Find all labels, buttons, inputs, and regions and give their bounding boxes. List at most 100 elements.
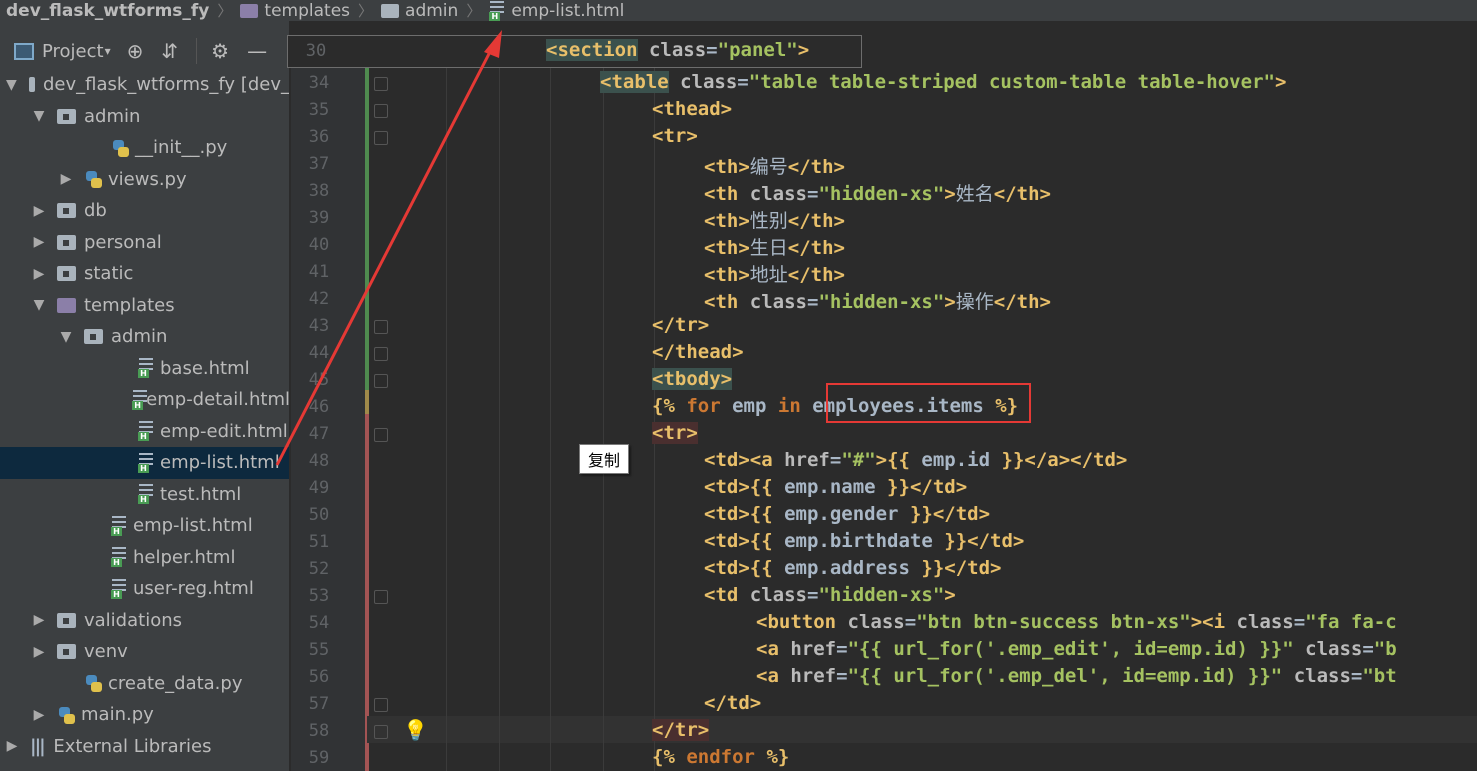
tree-item[interactable]: ▶ ||| External Libraries <box>0 731 289 763</box>
python-file-icon <box>57 705 75 725</box>
tree-item[interactable]: ▶ validations <box>0 605 289 637</box>
chevron-down-icon[interactable]: ▾ <box>105 44 111 58</box>
tree-item[interactable]: Hemp-list.html <box>0 510 289 542</box>
tree-item[interactable]: ▶ venv <box>0 636 289 668</box>
breadcrumb-file[interactable]: H emp-list.html <box>489 0 624 21</box>
fold-marker-icon[interactable] <box>374 104 388 118</box>
collapse-arrow-icon[interactable]: ▶ <box>33 203 45 219</box>
line-number: 54 <box>308 613 330 633</box>
tree-item[interactable]: __init__.py <box>0 132 289 164</box>
collapse-arrow-icon[interactable]: ▶ <box>33 612 45 628</box>
lightbulb-icon[interactable]: 💡 <box>403 718 428 742</box>
expand-arrow-icon[interactable]: ▼ <box>60 329 72 345</box>
tree-item[interactable]: Hbase.html <box>0 353 289 385</box>
code-line: <a href="{{ url_for('.emp_del', id=emp.i… <box>756 665 1397 687</box>
fold-marker-icon[interactable] <box>374 590 388 604</box>
code-line: <th>地址</th> <box>704 264 845 286</box>
line-number: 41 <box>308 262 330 282</box>
code-line: <th class="hidden-xs">姓名</th> <box>704 183 1051 205</box>
code-line: <th>生日</th> <box>704 237 845 259</box>
code-line: <td>{{ emp.name }}</td> <box>704 476 968 498</box>
line-number: 42 <box>308 289 330 309</box>
tree-item[interactable]: ▶ db <box>0 195 289 227</box>
folder-icon <box>240 3 259 18</box>
expand-arrow-icon[interactable]: ▼ <box>33 108 45 124</box>
breadcrumb-file-label: emp-list.html <box>511 0 625 21</box>
chevron-right-icon: 〉 <box>217 2 233 20</box>
expand-arrow-icon[interactable]: ▼ <box>33 297 45 313</box>
line-number: 56 <box>308 667 330 687</box>
tree-item[interactable]: ▶ views.py <box>0 164 289 196</box>
folder-icon <box>84 329 103 345</box>
line-number: 43 <box>308 316 330 336</box>
code-line: <button class="btn btn-success btn-xs"><… <box>756 611 1397 633</box>
collapse-all-icon[interactable]: ⇵ <box>161 39 178 63</box>
breadcrumb-templates[interactable]: templates <box>240 0 350 21</box>
line-number: 30 <box>305 41 327 61</box>
tree-item[interactable]: Hemp-detail.html <box>0 384 289 416</box>
vcs-changed-marker <box>365 390 369 414</box>
tree-item-label: personal <box>84 231 162 253</box>
line-number: 34 <box>308 73 330 93</box>
tree-item[interactable]: Hemp-edit.html <box>0 416 289 448</box>
collapse-arrow-icon[interactable]: ▶ <box>60 171 72 187</box>
tree-item-label: emp-list.html <box>160 452 280 474</box>
project-view-selector[interactable]: Project <box>42 41 104 62</box>
tree-item[interactable]: ▶ main.py <box>0 699 289 731</box>
tree-item[interactable]: Hhelper.html <box>0 542 289 574</box>
expand-arrow-icon[interactable]: ▼ <box>6 77 17 93</box>
breadcrumb-admin[interactable]: admin <box>381 0 458 21</box>
minimize-icon[interactable]: — <box>247 39 267 63</box>
tree-item-label: validations <box>84 609 182 631</box>
gear-icon[interactable]: ⚙ <box>211 39 229 63</box>
breadcrumb-project[interactable]: dev_flask_wtforms_fy <box>6 0 209 21</box>
sticky-scope-header[interactable]: 30 <section class="panel"> <box>287 35 862 68</box>
tree-item[interactable]: create_data.py <box>0 668 289 700</box>
line-number: 45 <box>308 370 330 390</box>
folder-icon <box>28 77 42 93</box>
code-line: </tr> <box>652 314 710 336</box>
tree-item[interactable]: ▼ templates <box>0 290 289 322</box>
locate-icon[interactable]: ⊕ <box>127 39 144 63</box>
code-line: {% endfor %} <box>652 746 790 768</box>
collapse-arrow-icon[interactable]: ▶ <box>33 644 45 660</box>
code-line: </td> <box>704 692 762 714</box>
line-number: 40 <box>308 235 330 255</box>
line-number: 46 <box>308 397 330 417</box>
tree-item[interactable]: ▶ static <box>0 258 289 290</box>
tree-item[interactable]: Hemp-list.html <box>0 447 289 479</box>
collapse-arrow-icon[interactable]: ▶ <box>6 738 18 754</box>
html-file-icon: H <box>138 358 154 379</box>
line-number: 59 <box>308 748 330 768</box>
collapse-arrow-icon[interactable]: ▶ <box>33 234 45 250</box>
tree-item[interactable]: ▼ dev_flask_wtforms_fy [dev_ <box>0 69 289 101</box>
tree-item[interactable]: ▼ admin <box>0 321 289 353</box>
tree-item[interactable]: Htest.html <box>0 479 289 511</box>
code-line: </tr> <box>652 719 710 741</box>
fold-marker-icon[interactable] <box>374 725 388 739</box>
code-line: <th class="hidden-xs">操作</th> <box>704 291 1051 313</box>
tree-item[interactable]: Huser-reg.html <box>0 573 289 605</box>
fold-marker-icon[interactable] <box>374 347 388 361</box>
tree-item-label: emp-list.html <box>133 515 253 537</box>
collapse-arrow-icon[interactable]: ▶ <box>33 707 45 723</box>
fold-marker-icon[interactable] <box>374 320 388 334</box>
fold-marker-icon[interactable] <box>374 698 388 712</box>
html-file-icon: H <box>138 452 154 473</box>
folder-icon <box>57 266 76 282</box>
copy-popup[interactable]: 复制 <box>579 444 629 474</box>
tree-item[interactable]: ▶ personal <box>0 227 289 259</box>
tree-item[interactable]: ▼ admin <box>0 101 289 133</box>
breadcrumb-admin-label: admin <box>405 0 459 21</box>
line-number: 37 <box>308 154 330 174</box>
fold-marker-icon[interactable] <box>374 131 388 145</box>
fold-marker-icon[interactable] <box>374 428 388 442</box>
folder-icon <box>57 612 76 628</box>
collapse-arrow-icon[interactable]: ▶ <box>33 266 45 282</box>
fold-marker-icon[interactable] <box>374 374 388 388</box>
fold-marker-icon[interactable] <box>374 77 388 91</box>
tree-item-label: user-reg.html <box>133 578 254 600</box>
library-icon: ||| <box>30 735 46 757</box>
code-line: <td>{{ emp.gender }}</td> <box>704 503 991 525</box>
breadcrumb-project-label: dev_flask_wtforms_fy <box>6 0 210 21</box>
